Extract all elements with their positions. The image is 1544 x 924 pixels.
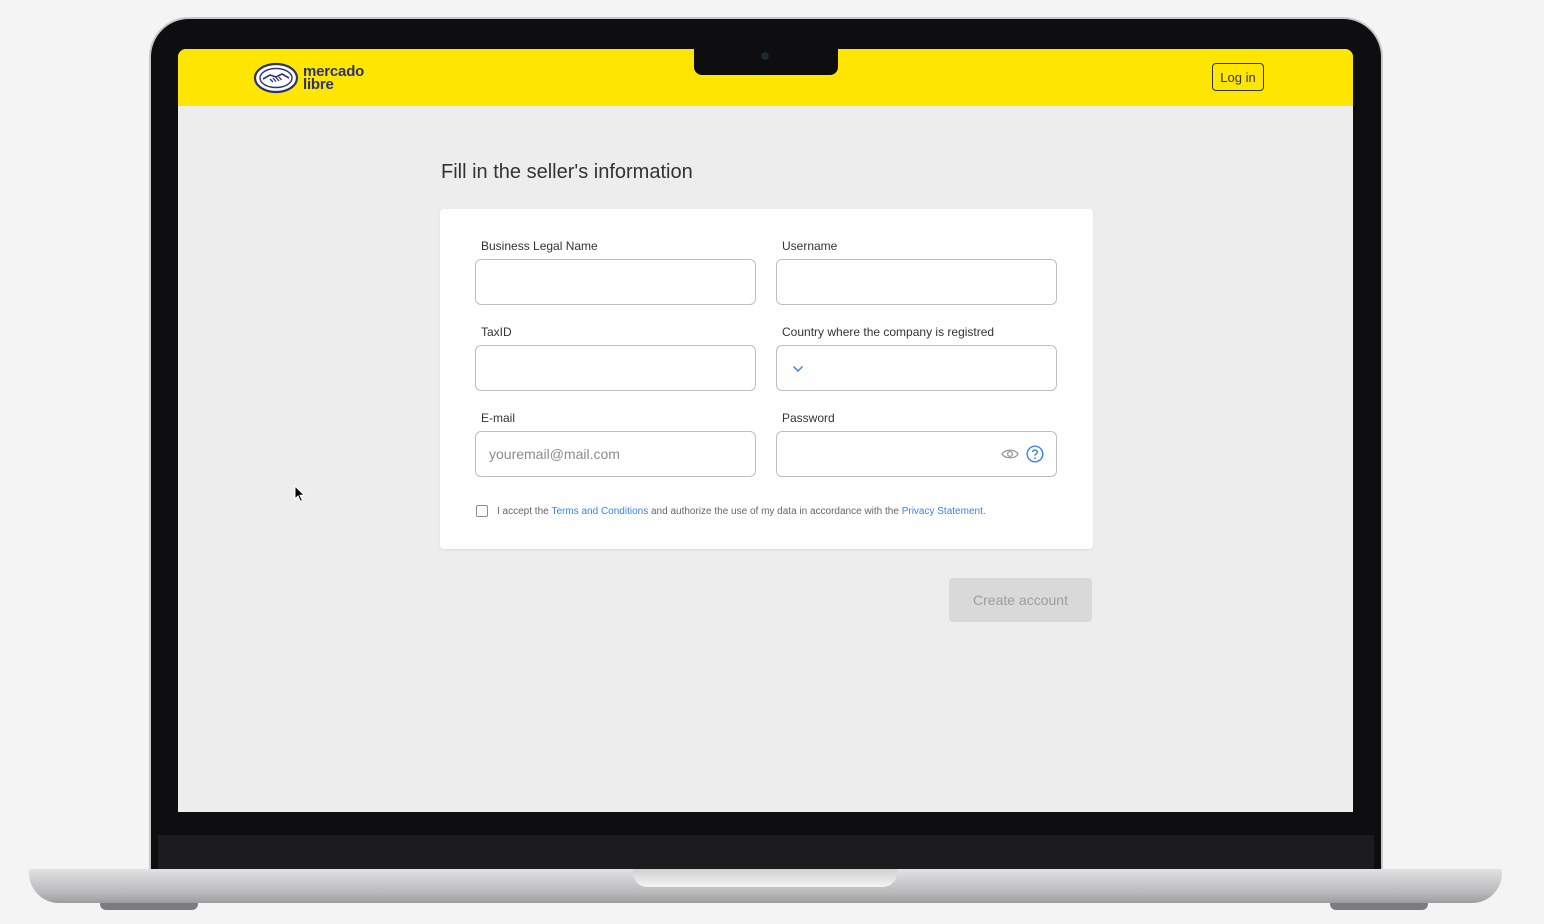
login-button[interactable]: Log in — [1212, 63, 1264, 91]
username-input[interactable] — [788, 273, 1045, 291]
screen: mercado libre Log in Fill in the seller'… — [178, 49, 1353, 812]
password-box — [776, 431, 1057, 477]
terms-link[interactable]: Terms and Conditions — [551, 506, 648, 517]
email-field: E-mail — [475, 411, 756, 477]
laptop-bezel-bottom — [158, 835, 1374, 871]
laptop-foot-left — [100, 903, 198, 910]
camera-notch — [694, 49, 838, 75]
header-bar: mercado libre Log in — [178, 49, 1353, 106]
business-name-input[interactable] — [487, 273, 744, 291]
page-title: Fill in the seller's information — [441, 161, 693, 183]
tax-id-input[interactable] — [487, 359, 744, 377]
terms-consent: I accept the Terms and Conditions and au… — [476, 505, 986, 517]
seller-form-card: Business Legal Name Username TaxID Count… — [440, 209, 1093, 549]
email-input[interactable] — [487, 445, 744, 463]
terms-checkbox[interactable] — [476, 505, 488, 517]
password-field: Password — [776, 411, 1057, 477]
country-label: Country where the company is registred — [782, 325, 995, 339]
email-box — [475, 431, 756, 477]
chevron-down-icon[interactable] — [791, 362, 805, 376]
tax-id-label: TaxID — [481, 325, 512, 339]
business-name-label: Business Legal Name — [481, 239, 598, 253]
mercado-libre-logo[interactable]: mercado libre — [253, 62, 364, 94]
terms-text-middle: and authorize the use of my data in acco… — [650, 505, 899, 517]
create-account-button[interactable]: Create account — [949, 578, 1092, 622]
username-field: Username — [776, 239, 1057, 305]
tax-id-field: TaxID — [475, 325, 756, 391]
username-box — [776, 259, 1057, 305]
country-field: Country where the company is registred — [776, 325, 1057, 391]
laptop-foot-right — [1330, 903, 1428, 910]
laptop-base-notch — [633, 869, 897, 887]
username-label: Username — [782, 239, 838, 253]
mouse-cursor-icon — [294, 485, 306, 503]
country-select[interactable] — [776, 345, 1057, 391]
camera-icon — [761, 52, 769, 60]
email-label: E-mail — [481, 411, 516, 425]
terms-text-before: I accept the — [497, 505, 549, 517]
privacy-link[interactable]: Privacy Statement — [902, 506, 983, 517]
password-input[interactable] — [788, 445, 992, 463]
eye-icon[interactable] — [1001, 447, 1019, 461]
password-label: Password — [782, 411, 835, 425]
business-name-field: Business Legal Name — [475, 239, 756, 305]
business-name-box — [475, 259, 756, 305]
terms-text-end: . — [982, 505, 986, 517]
handshake-logo-icon — [253, 62, 299, 94]
logo-wordmark: mercado libre — [303, 64, 364, 92]
tax-id-box — [475, 345, 756, 391]
help-icon[interactable] — [1026, 445, 1044, 463]
